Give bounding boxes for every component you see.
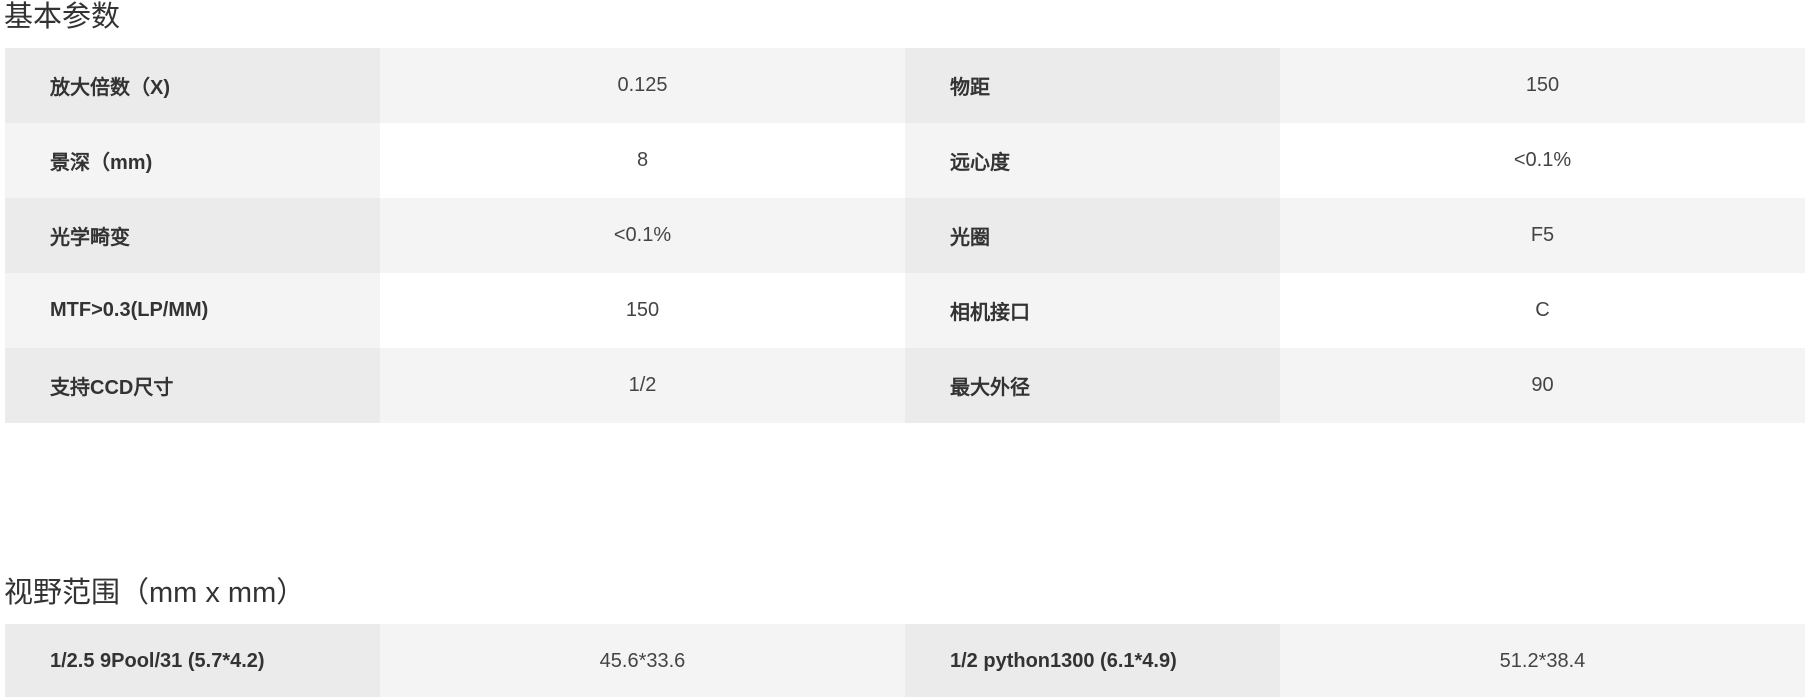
spec-page: 基本参数 放大倍数（X) 0.125 物距 150 景深（mm) 8 远心度 <… [0,0,1806,697]
param-label: 最大外径 [905,348,1280,423]
basic-params-table: 放大倍数（X) 0.125 物距 150 景深（mm) 8 远心度 <0.1% … [5,48,1805,423]
field-of-view-table: 1/2.5 9Pool/31 (5.7*4.2) 45.6*33.6 1/2 p… [5,624,1805,697]
param-label: 物距 [905,48,1280,123]
param-value: 0.125 [380,48,905,123]
param-value: 150 [380,273,905,348]
fov-value: 51.2*38.4 [1280,624,1805,697]
param-value: 90 [1280,348,1805,423]
param-value: <0.1% [380,198,905,273]
param-value: <0.1% [1280,123,1805,198]
param-value: C [1280,273,1805,348]
param-label: 远心度 [905,123,1280,198]
param-label: 支持CCD尺寸 [5,348,380,423]
table-row: 光学畸变 <0.1% 光圈 F5 [5,198,1805,273]
param-label: MTF>0.3(LP/MM) [5,273,380,348]
param-value: 150 [1280,48,1805,123]
section-title-field-of-view: 视野范围（mm x mm） [4,577,306,609]
sensor-label: 1/2 python1300 (6.1*4.9) [905,624,1280,697]
fov-value: 45.6*33.6 [380,624,905,697]
param-value: F5 [1280,198,1805,273]
sensor-label: 1/2.5 9Pool/31 (5.7*4.2) [5,624,380,697]
table-row: 景深（mm) 8 远心度 <0.1% [5,123,1805,198]
table-row: 支持CCD尺寸 1/2 最大外径 90 [5,348,1805,423]
param-label: 放大倍数（X) [5,48,380,123]
param-value: 8 [380,123,905,198]
param-value: 1/2 [380,348,905,423]
param-label: 相机接口 [905,273,1280,348]
table-row: 1/2.5 9Pool/31 (5.7*4.2) 45.6*33.6 1/2 p… [5,624,1805,697]
param-label: 光圈 [905,198,1280,273]
table-row: MTF>0.3(LP/MM) 150 相机接口 C [5,273,1805,348]
param-label: 光学畸变 [5,198,380,273]
table-row: 放大倍数（X) 0.125 物距 150 [5,48,1805,123]
param-label: 景深（mm) [5,123,380,198]
section-title-basic-params: 基本参数 [4,1,121,33]
